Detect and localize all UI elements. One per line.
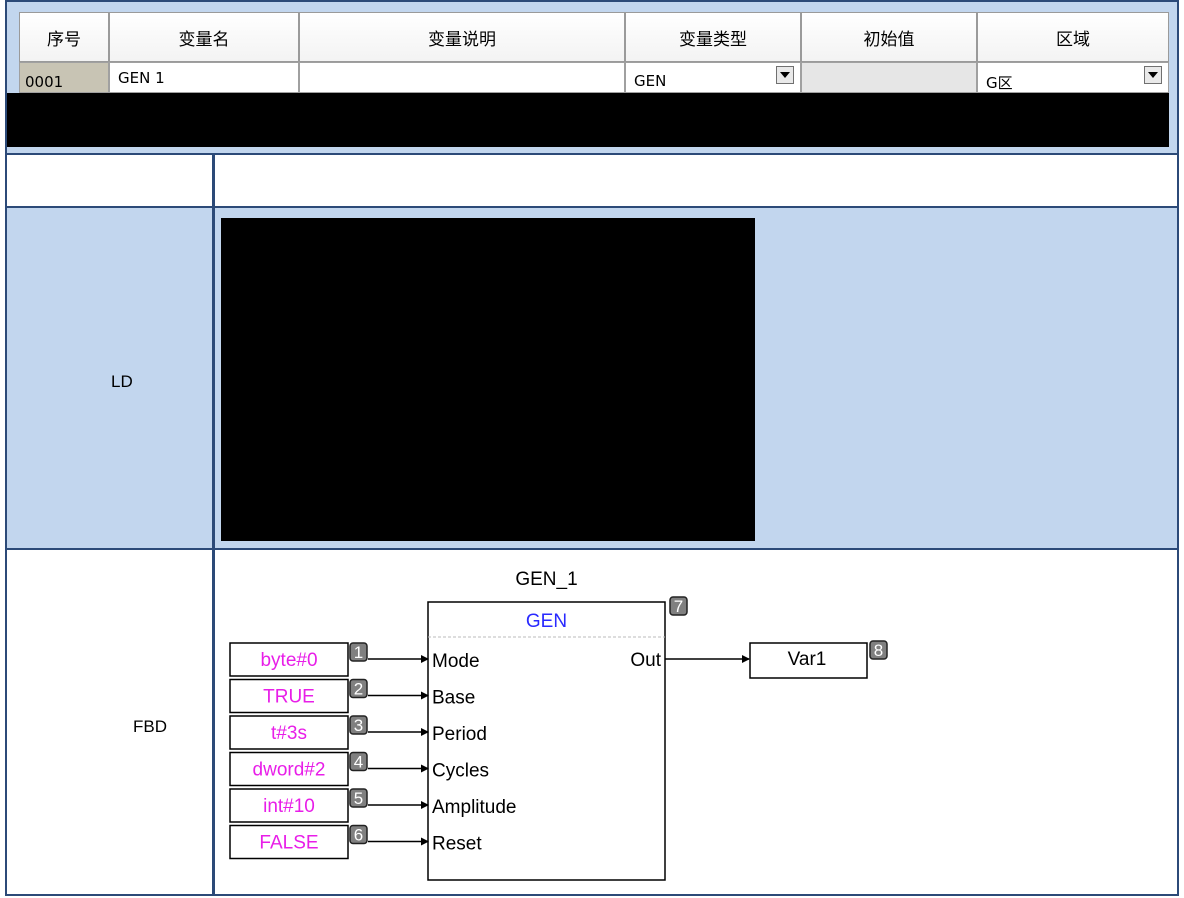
ld-label: LD <box>111 372 133 391</box>
redacted-area <box>7 93 1169 147</box>
row-region: G区 <box>986 74 1013 92</box>
fbd-input-badge: 5 <box>354 789 363 808</box>
fbd-input-badge: 1 <box>354 643 363 662</box>
fbd-constant-value: int#10 <box>263 796 315 817</box>
fbd-input-badge: 4 <box>354 753 363 772</box>
header-description[interactable]: 变量说明 <box>299 12 625 62</box>
fbd-input-badge: 3 <box>354 716 363 735</box>
row-region-select[interactable]: G区 <box>977 62 1169 93</box>
row-description-cell[interactable] <box>299 62 625 93</box>
fbd-constant-value: byte#0 <box>260 650 317 671</box>
divider <box>5 894 1179 896</box>
header-name[interactable]: 变量名 <box>109 12 299 62</box>
fbd-output-pin: Out <box>630 650 661 671</box>
row-type-select[interactable]: GEN <box>625 62 801 93</box>
fbd-input-pin: Mode <box>432 651 480 672</box>
row-initial-cell[interactable] <box>801 62 977 93</box>
divider <box>5 0 1179 2</box>
chevron-down-icon[interactable] <box>1144 66 1162 84</box>
header-initial[interactable]: 初始值 <box>801 12 977 62</box>
row-index: 0001 <box>25 73 64 91</box>
fbd-constant-value: t#3s <box>271 723 307 744</box>
fbd-instance-name: GEN_1 <box>515 569 577 590</box>
fbd-diagram: GEN_1 GEN 7 byte#0 1 Mode TRUE 2 Base t#3s 3 Period… <box>229 569 888 881</box>
fbd-input-badge: 6 <box>354 826 363 845</box>
header-type[interactable]: 变量类型 <box>625 12 801 62</box>
fbd-constant-value: TRUE <box>263 687 315 708</box>
header-index[interactable]: 序号 <box>19 12 109 62</box>
row-type: GEN <box>634 72 667 90</box>
chevron-down-icon[interactable] <box>776 66 794 84</box>
row-index-cell[interactable]: 0001 <box>19 62 109 93</box>
fbd-input-pin: Amplitude <box>432 797 517 818</box>
fbd-block-type: GEN <box>526 611 567 632</box>
fbd-input-pin: Base <box>432 688 475 709</box>
row-name: GEN 1 <box>118 69 165 87</box>
row-name-cell[interactable]: GEN 1 <box>109 62 299 93</box>
document-page: 序号 变量名 变量说明 变量类型 初始值 区域 0001 GEN 1 GEN G… <box>0 0 1184 898</box>
fbd-constant-value: dword#2 <box>253 760 326 781</box>
ld-label-cell <box>7 208 212 548</box>
fbd-input-pin: Period <box>432 724 487 745</box>
fbd-input-badge: 2 <box>354 680 363 699</box>
fbd-input-pin: Reset <box>432 834 482 855</box>
fbd-block-badge: 7 <box>674 597 683 616</box>
fbd-output-var: Var1 <box>788 649 827 670</box>
fbd-output-badge: 8 <box>874 641 883 660</box>
header-region[interactable]: 区域 <box>977 12 1169 62</box>
fbd-input-pin: Cycles <box>432 761 489 782</box>
divider <box>1177 0 1179 896</box>
fbd-constant-value: FALSE <box>259 833 318 854</box>
redacted-ld-diagram <box>221 218 755 541</box>
divider <box>5 153 1179 155</box>
fbd-label: FBD <box>133 717 167 736</box>
